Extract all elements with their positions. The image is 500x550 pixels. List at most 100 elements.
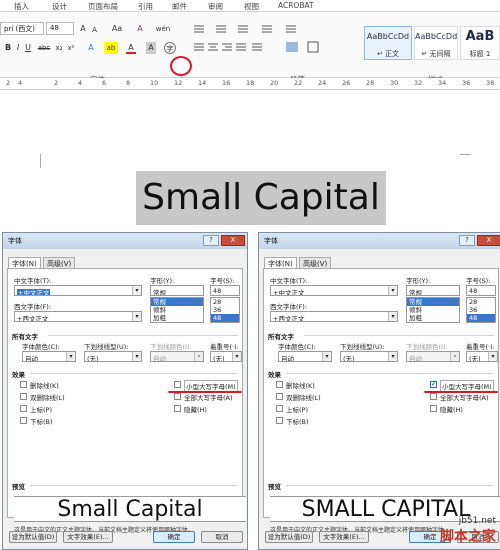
effect-checkbox[interactable]: [276, 393, 283, 400]
font-style-option[interactable]: 倾斜: [407, 306, 459, 314]
effect-checkbox[interactable]: [174, 405, 181, 412]
shrink-font-button[interactable]: A: [90, 24, 99, 36]
font-size-input[interactable]: 48: [466, 285, 496, 296]
superscript-button[interactable]: x²: [66, 42, 76, 54]
strikethrough-button[interactable]: abc: [36, 42, 52, 54]
font-size-option[interactable]: 36: [211, 306, 239, 314]
font-style-option[interactable]: 倾斜: [151, 306, 203, 314]
underline-button[interactable]: U: [24, 42, 32, 54]
font-name-box[interactable]: pri (西文): [0, 22, 44, 35]
small-caps-checkbox[interactable]: [174, 381, 181, 388]
emphasis-label: 着重号(·):: [210, 343, 239, 351]
font-color-select[interactable]: 自动 ▾: [278, 351, 332, 362]
subscript-button[interactable]: x₂: [54, 42, 64, 54]
change-case-button[interactable]: Aa: [108, 23, 126, 35]
cancel-button[interactable]: 取消: [201, 531, 243, 543]
underline-type-select[interactable]: (无) ▾: [340, 351, 398, 362]
text-effects-button[interactable]: 文字效果(E)...: [63, 531, 113, 543]
underline-color-label: 下划线颜色(I):: [406, 343, 448, 351]
small-caps-checkbox[interactable]: ✔: [430, 381, 437, 388]
effect-checkbox[interactable]: [276, 417, 283, 424]
effect-checkbox[interactable]: [20, 405, 27, 412]
font-style-option[interactable]: 常规: [407, 298, 459, 306]
effect-checkbox[interactable]: [174, 393, 181, 400]
tab-acrobat[interactable]: ACROBAT: [278, 1, 314, 10]
tab-design[interactable]: 设计: [52, 1, 67, 12]
effect-checkbox[interactable]: [430, 405, 437, 412]
font-size-list[interactable]: 28 36 48: [210, 297, 240, 323]
font-style-option[interactable]: 常规: [151, 298, 203, 306]
effect-checkbox[interactable]: [430, 393, 437, 400]
style-heading-1[interactable]: AaB 标题 1: [460, 26, 500, 60]
underline-color-select-value: 自动: [153, 355, 166, 362]
ruler-tick: 30: [390, 79, 399, 87]
grow-font-button[interactable]: A: [78, 23, 88, 35]
effect-checkbox[interactable]: [20, 393, 27, 400]
ruler-tick: 36: [462, 79, 471, 87]
font-style-label: 字形(Y):: [150, 277, 175, 285]
selected-title-text[interactable]: Small Capital: [136, 171, 386, 225]
phonetic-guide-button[interactable]: wén: [152, 23, 174, 35]
font-style-list[interactable]: 常规 倾斜 加粗: [150, 297, 204, 323]
help-button[interactable]: ?: [459, 235, 475, 246]
font-size-option[interactable]: 28: [211, 298, 239, 306]
font-size-option[interactable]: 28: [467, 298, 495, 306]
text-effects-button[interactable]: A: [86, 42, 96, 54]
west-font-select-value: +西文正文: [273, 315, 305, 322]
effect-checkbox[interactable]: [20, 381, 27, 388]
divider: [304, 335, 494, 336]
font-color-select[interactable]: 自动 ▾: [22, 351, 76, 362]
paragraph-controls-icon[interactable]: [190, 22, 350, 62]
tab-page-layout[interactable]: 页面布局: [88, 1, 118, 12]
font-style-option[interactable]: 加粗: [151, 314, 203, 322]
ok-button[interactable]: 确定: [153, 531, 195, 543]
underline-color-select[interactable]: 自动 ▾: [406, 351, 460, 362]
west-font-select[interactable]: +西文正文 ▾: [270, 311, 398, 322]
ruler-tick: 32: [414, 79, 423, 87]
font-size-option[interactable]: 48: [211, 314, 239, 322]
west-font-select[interactable]: +西文正文 ▾: [14, 311, 142, 322]
font-size-option[interactable]: 48: [467, 314, 495, 322]
effect-checkbox[interactable]: [276, 405, 283, 412]
font-size-input[interactable]: 48: [210, 285, 240, 296]
set-default-button[interactable]: 设为默认值(D): [9, 531, 57, 543]
emphasis-select[interactable]: (无) ▾: [466, 351, 498, 362]
tab-references[interactable]: 引用: [138, 1, 153, 12]
close-button[interactable]: X: [221, 235, 245, 246]
char-shading-button[interactable]: A: [146, 42, 156, 54]
enclose-char-button[interactable]: 字: [164, 42, 176, 54]
effect-checkbox[interactable]: [20, 417, 27, 424]
font-style-input[interactable]: 常规: [150, 285, 204, 296]
underline-type-select[interactable]: (无) ▾: [84, 351, 142, 362]
tab-mailings[interactable]: 邮件: [172, 1, 187, 12]
chevron-down-icon: ▾: [232, 352, 241, 361]
font-color-button[interactable]: A: [126, 42, 136, 54]
help-button[interactable]: ?: [203, 235, 219, 246]
ruler-tick: 38: [486, 79, 495, 87]
font-size-box[interactable]: 48: [46, 22, 74, 35]
close-button[interactable]: X: [477, 235, 500, 246]
underline-color-select[interactable]: 自动 ▾: [150, 351, 204, 362]
font-size-option[interactable]: 36: [467, 306, 495, 314]
italic-button[interactable]: I: [14, 42, 22, 54]
style-no-spacing[interactable]: AaBbCcDd ↵ 无间隔: [414, 26, 458, 60]
cn-font-select[interactable]: +中文正文 ▾: [14, 285, 142, 296]
emphasis-select[interactable]: (无) ▾: [210, 351, 242, 362]
font-style-option[interactable]: 加粗: [407, 314, 459, 322]
effect-checkbox[interactable]: [276, 381, 283, 388]
tab-view[interactable]: 视图: [244, 1, 259, 12]
ruler-tick: 4: [78, 79, 83, 87]
text-effects-button[interactable]: 文字效果(E)...: [319, 531, 369, 543]
bold-button[interactable]: B: [4, 42, 12, 54]
style-normal[interactable]: AaBbCcDd ↵ 正文: [364, 26, 412, 60]
font-style-list[interactable]: 常规 倾斜 加粗: [406, 297, 460, 323]
font-size-list[interactable]: 28 36 48: [466, 297, 496, 323]
set-default-button[interactable]: 设为默认值(D): [265, 531, 313, 543]
font-style-input[interactable]: 常规: [406, 285, 460, 296]
highlight-button[interactable]: ab: [104, 42, 118, 54]
ruler-tick: 22: [294, 79, 303, 87]
tab-insert[interactable]: 插入: [14, 1, 29, 12]
cn-font-select[interactable]: +中文正文 ▾: [270, 285, 398, 296]
tab-review[interactable]: 审阅: [208, 1, 223, 12]
clear-format-button[interactable]: A: [134, 23, 146, 35]
